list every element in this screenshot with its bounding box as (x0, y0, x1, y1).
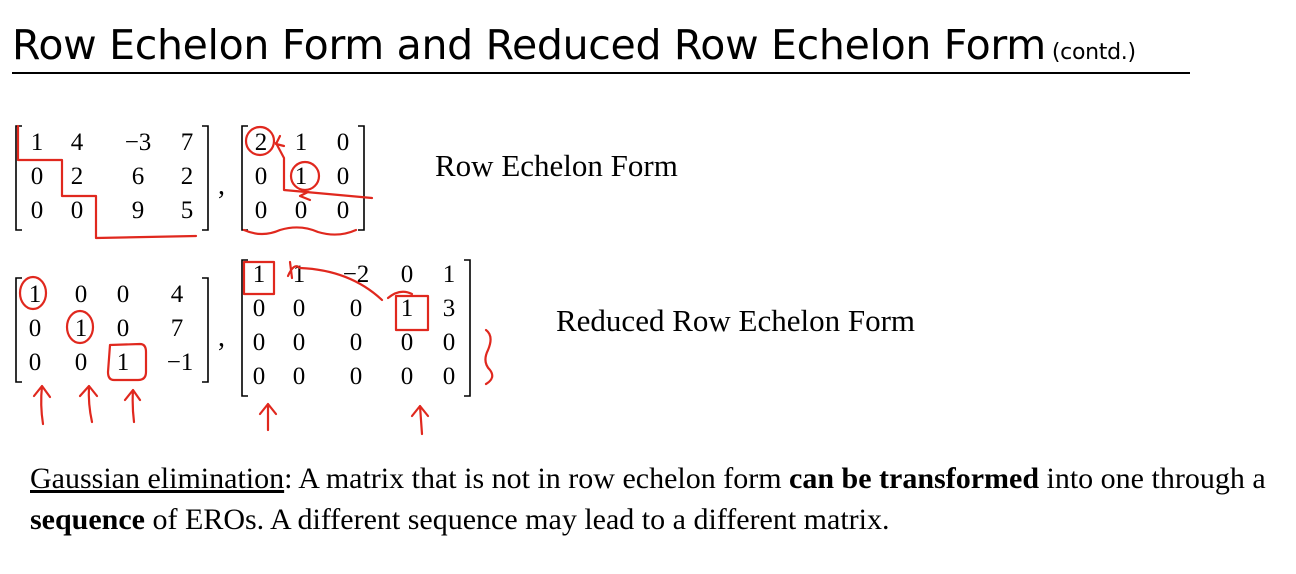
matrix-cell: 0 (116, 281, 130, 308)
matrix-cell: 0 (292, 295, 306, 322)
matrix-cell: 1 (294, 163, 308, 190)
matrix-cell: 6 (131, 163, 145, 190)
matrix-cell: 3 (442, 295, 456, 322)
matrix-separator: , (218, 322, 225, 353)
matrix-cell: 0 (400, 363, 414, 390)
matrix-cell: 0 (292, 329, 306, 356)
matrix-cell: 0 (254, 197, 268, 224)
matrix-cell: 1 (252, 261, 266, 288)
matrix-cell: 7 (180, 129, 194, 156)
zero-rows-brace (484, 328, 494, 386)
matrix-cell: 0 (442, 329, 456, 356)
matrix-cell: 0 (254, 163, 268, 190)
matrix-cell: −3 (124, 129, 152, 156)
matrix-cell: 4 (70, 129, 84, 156)
matrix-cell: 0 (349, 363, 363, 390)
title-text: Row Echelon Form and Reduced Row Echelon… (12, 21, 1046, 69)
matrix-cell: 1 (442, 261, 456, 288)
note-text: : A matrix that is not in row echelon fo… (284, 462, 790, 495)
up-arrow (258, 402, 278, 432)
up-arrow (78, 384, 99, 424)
matrix-cell: 0 (400, 329, 414, 356)
title-suffix: (contd.) (1051, 40, 1136, 65)
matrix-cell: 1 (116, 349, 130, 376)
matrix-cell: 0 (294, 197, 308, 224)
matrix-cell: 1 (400, 295, 414, 322)
matrix-cell: 0 (349, 295, 363, 322)
term-gaussian-elimination: Gaussian elimination (30, 462, 285, 495)
matrix-cell: 2 (70, 163, 84, 190)
matrix-cell: 1 (294, 129, 308, 156)
matrix-cell: 0 (292, 363, 306, 390)
matrix-cell: 0 (252, 363, 266, 390)
rref-label: Reduced Row Echelon Form (556, 303, 916, 338)
slide-title: Row Echelon Form and Reduced Row Echelon… (12, 18, 1136, 80)
note-bold: can be transformed (789, 462, 1040, 495)
matrix-cell: 0 (336, 163, 350, 190)
up-arrow (32, 384, 52, 426)
ref-label: Row Echelon Form (435, 148, 678, 183)
matrix-cell: 1 (30, 129, 44, 156)
note-text: of EROs. A different sequence may lead t… (145, 503, 890, 536)
matrix-cell: −2 (342, 261, 370, 288)
matrix-cell: 0 (336, 129, 350, 156)
matrix-cell: 2 (254, 129, 268, 156)
matrix-cell: 1 (28, 281, 42, 308)
matrix-cell: 0 (74, 281, 88, 308)
matrix-cell: 0 (28, 315, 42, 342)
matrix-cell: 0 (336, 197, 350, 224)
gaussian-elimination-note: Gaussian elimination: A matrix that is n… (30, 458, 1290, 540)
matrix-cell: 0 (400, 261, 414, 288)
matrix-cell: 0 (252, 329, 266, 356)
matrix-cell: 0 (28, 349, 42, 376)
up-arrow (123, 388, 142, 424)
matrix-cell: 0 (116, 315, 130, 342)
title-underline (12, 72, 1190, 74)
matrix-cell: 0 (252, 295, 266, 322)
matrix-cell: 9 (131, 197, 145, 224)
ref-matrix-b: 2 1 0 0 1 0 0 0 0 (240, 124, 366, 232)
up-arrow (410, 404, 430, 436)
note-text: into one through a (1039, 462, 1266, 495)
note-bold: sequence (30, 503, 145, 536)
matrix-cell: 0 (74, 349, 88, 376)
rref-matrix-a: 1 0 0 4 0 1 0 7 0 0 1 −1 (14, 276, 210, 384)
matrix-cell: 0 (349, 329, 363, 356)
matrix-cell: 1 (292, 261, 306, 288)
rref-matrix-b: 1 1 −2 0 1 0 0 0 1 3 0 0 0 0 0 0 0 0 0 0 (240, 258, 472, 398)
matrix-cell: 0 (30, 163, 44, 190)
matrix-cell: 5 (180, 197, 194, 224)
matrix-cell: 0 (70, 197, 84, 224)
matrix-separator: , (218, 170, 225, 201)
matrix-cell: 0 (30, 197, 44, 224)
ref-matrix-a: 1 4 −3 7 0 2 6 2 0 0 9 5 (14, 124, 210, 232)
matrix-cell: 1 (74, 315, 88, 342)
matrix-cell: 0 (442, 363, 456, 390)
matrix-cell: 7 (170, 315, 184, 342)
matrix-cell: −1 (166, 349, 194, 376)
matrix-cell: 2 (180, 163, 194, 190)
matrix-cell: 4 (170, 281, 184, 308)
